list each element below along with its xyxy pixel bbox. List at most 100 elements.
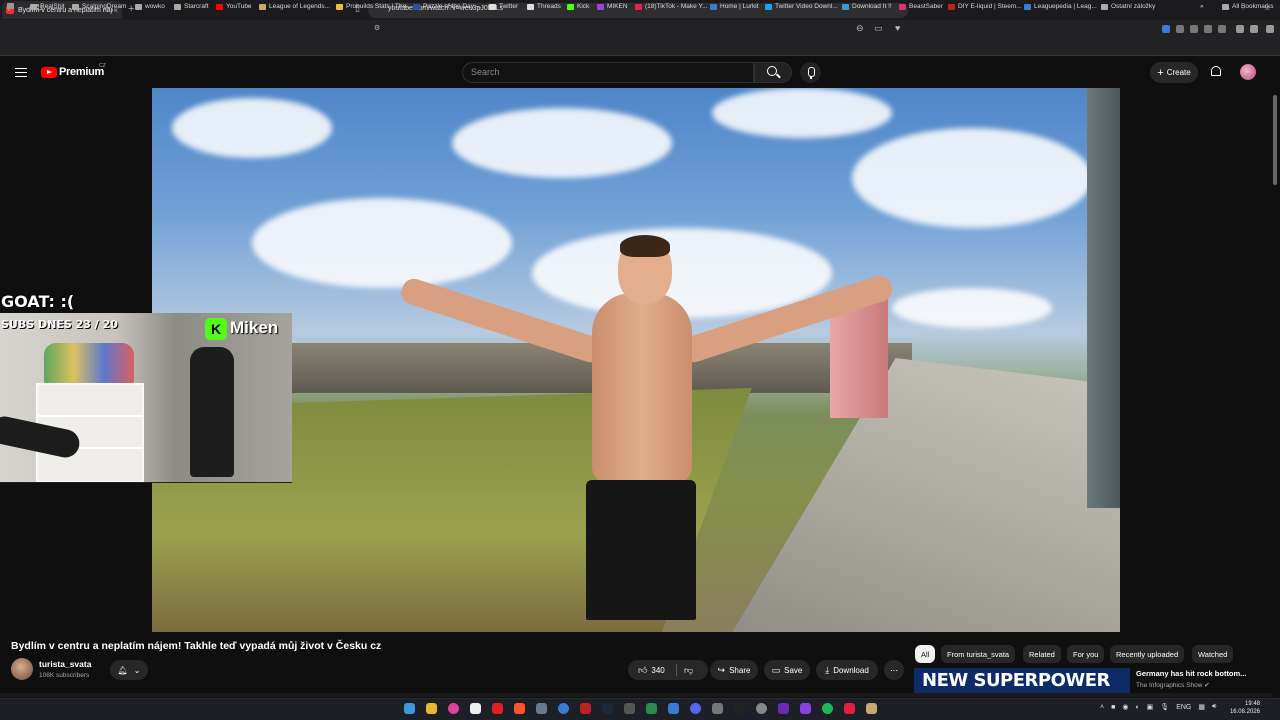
create-button[interactable]: + Create [1150, 62, 1198, 83]
bookmark-item[interactable]: League of Legends... [259, 3, 330, 10]
app-icon[interactable] [778, 703, 789, 714]
bookmark-item[interactable]: YouTube [216, 3, 252, 10]
app-icon[interactable] [470, 703, 481, 714]
bookmark-item[interactable]: Leaguepedia | Leag... [1024, 3, 1097, 10]
apps-icon[interactable] [7, 3, 17, 9]
tray-app-icon[interactable]: ◐ [1135, 704, 1139, 711]
scrollbar-thumb[interactable] [1273, 95, 1277, 185]
app-icon[interactable] [580, 703, 591, 714]
bookmark-item[interactable]: Twitter [489, 3, 518, 10]
suggested-video-title[interactable]: Germany has hit rock bottom... [1136, 669, 1246, 678]
language-indicator[interactable]: ENG [1176, 704, 1191, 711]
shield-icon[interactable]: ♥ [895, 23, 900, 33]
bookmarks-overflow-icon[interactable]: » [1200, 3, 1204, 10]
download-button[interactable]: ⤓ Download [816, 660, 878, 680]
youtube-premium-logo[interactable]: Premium [59, 66, 104, 78]
bookmark-item[interactable]: wowko [135, 3, 165, 10]
bookmark-item[interactable]: Starcraft [174, 3, 209, 10]
youtube-logo-icon[interactable] [41, 67, 57, 78]
chip-all[interactable]: All [915, 645, 936, 663]
video-player[interactable] [152, 88, 1120, 632]
start-icon[interactable] [404, 703, 415, 714]
extension-icon[interactable] [1176, 25, 1184, 33]
save-button[interactable]: ▭ Save [764, 660, 810, 680]
suggested-video-thumbnail[interactable]: NEW SUPERPOWER [914, 668, 1130, 694]
app-icon[interactable] [668, 703, 679, 714]
app-icon[interactable] [646, 703, 657, 714]
clock[interactable]: 19:48 16.08.2026 [1228, 700, 1260, 716]
volume-icon[interactable]: 🔊︎ [1212, 703, 1216, 711]
subscribed-notifications-button[interactable]: 🔔︎ ⌄ [110, 660, 148, 680]
chip-from-channel[interactable]: From turista_svata [941, 645, 1016, 663]
file-explorer-icon[interactable] [426, 703, 437, 714]
bookmark-item[interactable]: ScalpingDream [72, 3, 126, 10]
more-actions-button[interactable]: ⋯ [884, 660, 904, 680]
chip-for-you[interactable]: For you [1067, 645, 1105, 663]
chip-watched[interactable]: Watched [1192, 645, 1234, 663]
tray-app-icon[interactable]: ▣ [1147, 703, 1154, 711]
chip-related[interactable]: Related [1023, 645, 1061, 663]
bookmark-item[interactable]: Probuilds Stats | The... [336, 3, 412, 10]
spotify-icon[interactable] [822, 703, 833, 714]
app-icon[interactable] [448, 703, 459, 714]
tray-app-icon[interactable]: ■ [1111, 704, 1115, 711]
tray-app-icon[interactable]: ◉ [1122, 703, 1128, 711]
bookmark-item[interactable]: RealShit [30, 3, 65, 10]
bookmark-item[interactable]: Kick [567, 3, 589, 10]
bookmark-item[interactable]: Home | Lurkit [710, 3, 759, 10]
menu-icon[interactable] [1266, 25, 1274, 33]
calculator-icon[interactable] [712, 703, 723, 714]
network-icon[interactable]: ▦ [1198, 703, 1205, 711]
music-icon[interactable] [1190, 25, 1198, 33]
suggested-video-channel[interactable]: The Infographics Show ✔︎ [1136, 681, 1210, 689]
bookmark-item[interactable]: Twitter Video Downl... [765, 3, 838, 10]
bookmark-item[interactable]: Puzzle of the Day -... [413, 3, 483, 10]
notifications-bell-icon[interactable] [1211, 66, 1221, 76]
tray-chevron-icon[interactable]: ˄ [1100, 704, 1104, 711]
settings-icon[interactable] [536, 703, 547, 714]
search-input[interactable] [462, 62, 754, 83]
forward-icon[interactable]: › [21, 3, 25, 15]
thumbs-down-icon[interactable]: 👎︎ [684, 665, 693, 676]
profile-icon[interactable] [1250, 25, 1258, 33]
app-icon[interactable] [844, 703, 855, 714]
tray-mic-icon[interactable]: 🎙︎ [1160, 703, 1169, 711]
app-icon[interactable] [800, 703, 811, 714]
app-icon[interactable] [734, 703, 745, 714]
channel-name[interactable]: turista_svata [39, 659, 91, 669]
tab-icon[interactable] [1218, 25, 1226, 33]
all-bookmarks[interactable]: All Bookmarks [1222, 3, 1274, 10]
share-button[interactable]: ↪ Share [710, 660, 758, 680]
app-icon[interactable] [558, 703, 569, 714]
brave-browser-icon[interactable] [514, 703, 525, 714]
bookmark-item[interactable]: (18)TikTok - Make Y... [635, 3, 707, 10]
channel-avatar[interactable] [11, 658, 33, 680]
app-icon[interactable] [624, 703, 635, 714]
site-info-icon[interactable]: ⚙ [374, 24, 380, 32]
bookmark-item[interactable]: Threads [527, 3, 561, 10]
steam-icon[interactable] [602, 703, 613, 714]
zoom-icon[interactable]: ⊖ [856, 23, 864, 34]
bookmark-item[interactable]: BeastSaber [899, 3, 943, 10]
bookmark-item[interactable]: Download It !! [842, 3, 892, 10]
like-button[interactable]: 👍︎ 340 [628, 660, 708, 680]
app-icon[interactable] [492, 703, 503, 714]
app-icon[interactable] [756, 703, 767, 714]
user-avatar[interactable] [1240, 64, 1256, 80]
microphone-icon[interactable] [800, 62, 821, 83]
download-icon[interactable] [1236, 25, 1244, 33]
extension-icon[interactable] [1162, 25, 1170, 33]
new-tab-button[interactable]: + [128, 3, 134, 15]
league-client-icon[interactable] [866, 703, 877, 714]
bookmark-item[interactable]: MIKEN [597, 3, 628, 10]
download-label: Download [833, 665, 869, 675]
chip-recently-uploaded[interactable]: Recently uploaded [1110, 645, 1185, 663]
subscriber-count: 108K subscribers [39, 672, 90, 679]
cast-icon[interactable]: ▭ [874, 23, 883, 34]
bookmark-item[interactable]: DIY E-liquid | Steem... [948, 3, 1022, 10]
search-icon[interactable] [767, 66, 777, 76]
discord-icon[interactable] [690, 703, 701, 714]
sidebar-icon[interactable] [1204, 25, 1212, 33]
menu-icon[interactable] [15, 68, 27, 77]
bookmark-item[interactable]: Ostatní záložky [1101, 3, 1155, 10]
